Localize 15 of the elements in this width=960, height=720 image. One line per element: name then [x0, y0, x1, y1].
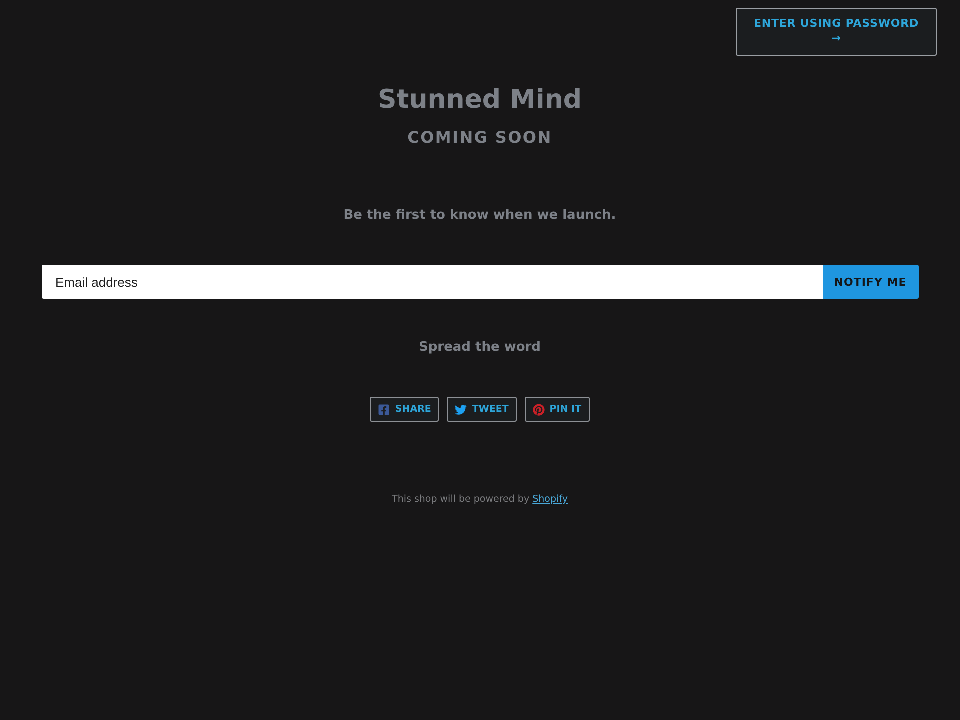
- notify-button[interactable]: NOTIFY ME: [822, 265, 918, 299]
- email-field[interactable]: Email address: [42, 265, 822, 299]
- shopify-link[interactable]: Shopify: [532, 494, 568, 505]
- twitter-icon: [455, 404, 468, 416]
- password-button[interactable]: ENTER USING PASSWORD →: [736, 8, 937, 56]
- share-button[interactable]: PIN IT: [524, 397, 590, 422]
- pinterest-icon: [532, 404, 545, 416]
- powered-by-text: This shop will be powered by Shopify: [392, 493, 568, 507]
- share-button[interactable]: TWEET: [447, 397, 517, 422]
- share-button[interactable]: SHARE: [370, 397, 440, 422]
- shop-title: Stunned Mind: [378, 84, 582, 117]
- launch-text: Be the first to know when we launch.: [344, 207, 616, 225]
- coming-soon-heading: COMING SOON: [408, 128, 552, 148]
- share-heading: Spread the word: [419, 339, 541, 357]
- facebook-icon: [378, 404, 390, 416]
